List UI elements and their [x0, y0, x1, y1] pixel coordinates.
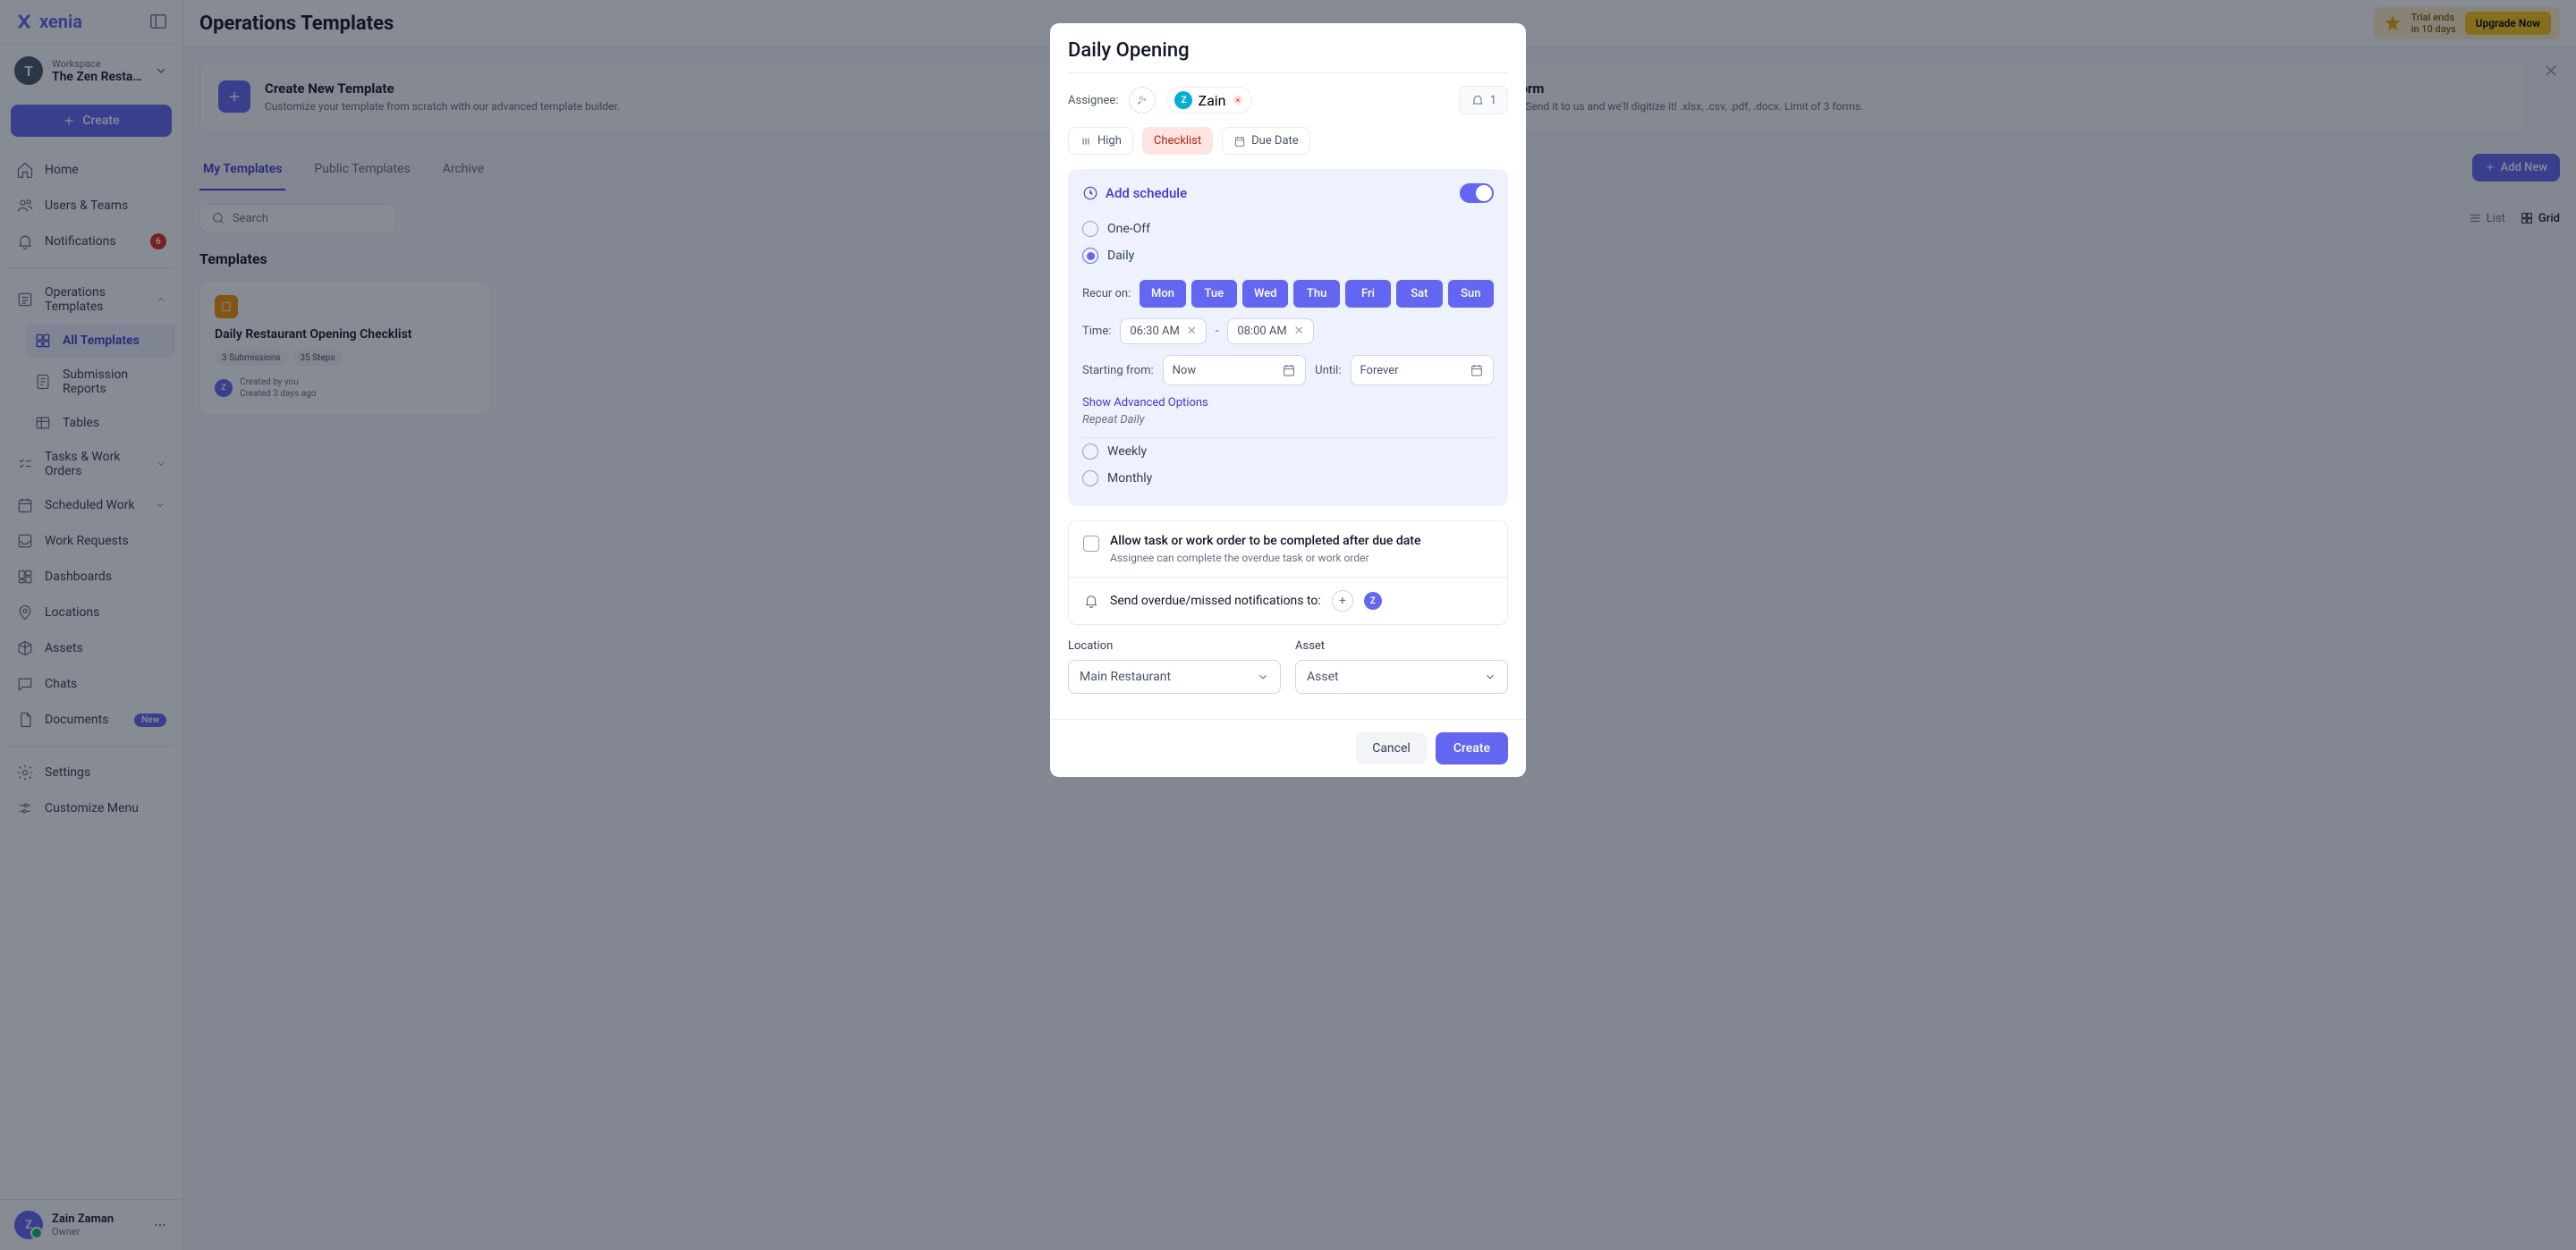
assignee-avatar: Z — [1174, 91, 1192, 109]
x-circle-icon — [1232, 94, 1244, 106]
modal-title[interactable]: Daily Opening — [1068, 39, 1508, 73]
calendar-icon — [1233, 135, 1246, 148]
location-select[interactable]: Main Restaurant — [1068, 660, 1281, 694]
remove-assignee-button[interactable] — [1232, 94, 1244, 106]
time-from[interactable]: 06:30 AM✕ — [1120, 318, 1206, 344]
chevron-down-icon — [1257, 671, 1269, 683]
modal-overlay[interactable]: Daily Opening Assignee: Z Zain 1 High Ch… — [0, 0, 2576, 1250]
add-assignee-button[interactable] — [1129, 87, 1156, 114]
recur-label: Recur on: — [1082, 287, 1131, 300]
asset-select[interactable]: Asset — [1295, 660, 1508, 694]
priority-icon — [1080, 135, 1092, 148]
schedule-title: Add schedule — [1106, 185, 1453, 201]
day-wed[interactable]: Wed — [1242, 280, 1288, 308]
clock-icon — [1082, 185, 1098, 201]
assignee-chip[interactable]: Z Zain — [1166, 87, 1251, 114]
category-chip[interactable]: Checklist — [1142, 127, 1213, 155]
calendar-icon — [1282, 363, 1296, 377]
clear-icon[interactable]: ✕ — [1187, 325, 1197, 338]
user-plus-icon — [1136, 94, 1148, 106]
add-notify-user-button[interactable]: + — [1332, 590, 1353, 612]
cancel-button[interactable]: Cancel — [1356, 732, 1427, 764]
day-fri[interactable]: Fri — [1345, 280, 1391, 308]
due-date-chip[interactable]: Due Date — [1222, 127, 1310, 155]
chevron-down-icon — [1484, 671, 1496, 683]
day-mon[interactable]: Mon — [1140, 280, 1185, 308]
start-date-input[interactable]: Now — [1163, 355, 1307, 385]
notify-user-avatar[interactable]: Z — [1364, 592, 1382, 610]
allow-overdue-row[interactable]: Allow task or work order to be completed… — [1083, 534, 1493, 564]
radio-daily[interactable]: Daily — [1082, 242, 1494, 269]
repeat-summary: Repeat Daily — [1082, 413, 1494, 438]
bell-icon — [1470, 93, 1485, 107]
radio-weekly[interactable]: Weekly — [1082, 438, 1494, 465]
clear-icon[interactable]: ✕ — [1294, 325, 1304, 338]
priority-chip[interactable]: High — [1068, 127, 1133, 155]
allow-overdue-checkbox[interactable] — [1083, 536, 1099, 552]
advanced-options-link[interactable]: Show Advanced Options — [1082, 396, 1494, 410]
time-label: Time: — [1082, 325, 1111, 338]
until-label: Until: — [1315, 364, 1341, 377]
start-label: Starting from: — [1082, 364, 1154, 377]
bell-icon — [1083, 593, 1099, 609]
notify-label: Send overdue/missed notifications to: — [1110, 594, 1321, 608]
until-date-input[interactable]: Forever — [1351, 355, 1495, 385]
assignee-label: Assignee: — [1068, 94, 1118, 107]
asset-label: Asset — [1295, 639, 1508, 653]
location-label: Location — [1068, 639, 1281, 653]
create-button[interactable]: Create — [1436, 732, 1508, 764]
reminder-button[interactable]: 1 — [1459, 86, 1508, 114]
time-to[interactable]: 08:00 AM✕ — [1227, 318, 1313, 344]
create-task-modal: Daily Opening Assignee: Z Zain 1 High Ch… — [1050, 23, 1526, 777]
schedule-toggle[interactable] — [1460, 183, 1494, 203]
day-sat[interactable]: Sat — [1396, 280, 1442, 308]
day-thu[interactable]: Thu — [1293, 280, 1339, 308]
day-sun[interactable]: Sun — [1448, 280, 1494, 308]
calendar-icon — [1470, 363, 1484, 377]
radio-one-off[interactable]: One-Off — [1082, 215, 1494, 242]
day-tue[interactable]: Tue — [1191, 280, 1237, 308]
schedule-panel: Add schedule One-Off Daily Recur on: Mon… — [1068, 169, 1508, 506]
radio-monthly[interactable]: Monthly — [1082, 465, 1494, 492]
